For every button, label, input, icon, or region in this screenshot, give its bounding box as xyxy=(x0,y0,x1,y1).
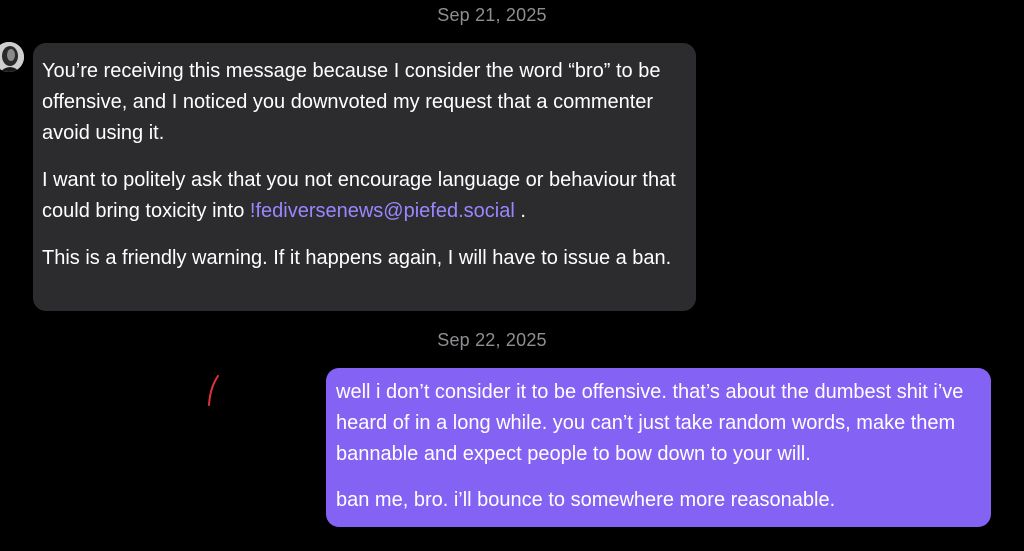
sender-avatar[interactable] xyxy=(0,42,24,72)
incoming-message-bubble[interactable]: You’re receiving this message because I … xyxy=(33,43,696,311)
incoming-message-paragraph: I want to politely ask that you not enco… xyxy=(42,165,688,227)
date-separator: Sep 21, 2025 xyxy=(437,5,547,25)
outgoing-message-paragraph: ban me, bro. i’ll bounce to somewhere mo… xyxy=(336,489,836,511)
incoming-message-paragraph: You’re receiving this message because I … xyxy=(42,60,661,144)
outgoing-message-paragraph: well i don’t consider it to be offensive… xyxy=(336,381,964,465)
date-separator: Sep 22, 2025 xyxy=(437,330,547,350)
outgoing-message-bubble[interactable]: well i don’t consider it to be offensive… xyxy=(326,368,991,527)
incoming-message-paragraph: This is a friendly warning. If it happen… xyxy=(42,247,672,269)
community-link[interactable]: !fediversenews@piefed.social xyxy=(250,200,515,222)
message-text: . xyxy=(514,200,526,222)
avatar-image xyxy=(0,42,24,72)
red-pen-mark-icon xyxy=(208,375,219,406)
